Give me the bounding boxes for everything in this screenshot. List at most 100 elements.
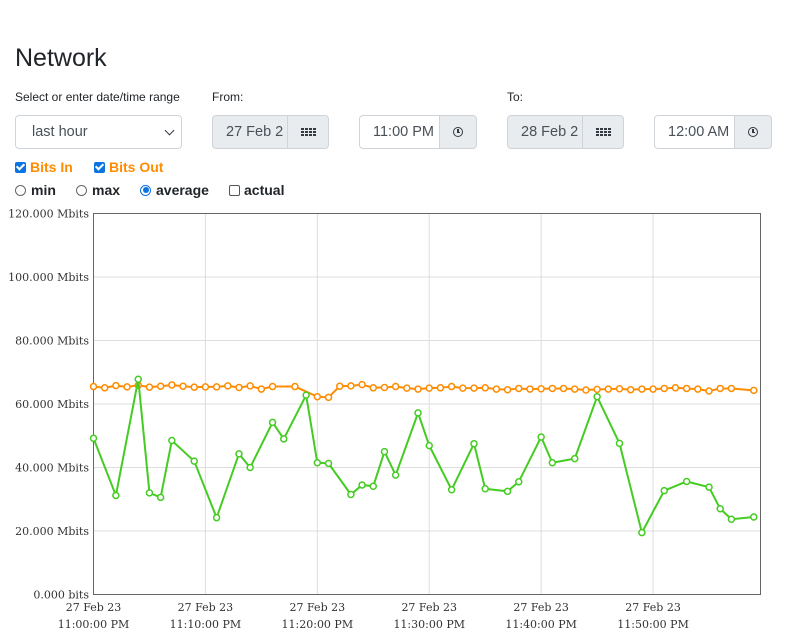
bits-in-point[interactable] [492, 385, 501, 393]
bits-in-point[interactable] [682, 384, 691, 393]
bits-in-point[interactable] [168, 381, 176, 389]
bits-in-point[interactable] [582, 386, 590, 394]
bits-in-point[interactable] [257, 385, 266, 393]
bits-out-point[interactable] [168, 436, 176, 445]
bits-in-point[interactable] [447, 382, 456, 391]
bits-out-point[interactable] [89, 434, 98, 443]
bits-out-point[interactable] [156, 493, 165, 502]
bits-in-point[interactable] [391, 382, 400, 391]
bits-out-point[interactable] [347, 490, 355, 499]
bits-in-point[interactable] [156, 382, 165, 390]
bits-in-point[interactable] [559, 384, 568, 393]
bits-out-point[interactable] [425, 441, 433, 450]
bits-out-point[interactable] [112, 491, 120, 500]
bits-out-point[interactable] [593, 392, 601, 401]
bits-in-point[interactable] [481, 384, 489, 392]
bits-out-point[interactable] [481, 485, 489, 493]
bits-out-point[interactable] [246, 463, 254, 472]
bits-in-point[interactable] [335, 382, 344, 390]
bits-in-point[interactable] [470, 384, 478, 392]
bits-in-point[interactable] [626, 385, 635, 394]
to-time-input[interactable]: 12:00 AM [654, 115, 735, 149]
bits-in-point[interactable] [671, 384, 680, 392]
bits-out-point[interactable] [391, 471, 400, 479]
bits-in-point[interactable] [369, 384, 378, 392]
bits-out-point[interactable] [727, 515, 736, 524]
bits-in-checkbox[interactable] [15, 161, 26, 173]
bits-in-point[interactable] [347, 382, 355, 390]
bits-in-point[interactable] [660, 384, 669, 393]
bits-in-point[interactable] [436, 384, 445, 392]
bits-out-point[interactable] [324, 459, 333, 468]
bits-out-point[interactable] [503, 487, 512, 496]
bits-in-point[interactable] [134, 381, 143, 390]
bits-out-point[interactable] [190, 457, 198, 465]
bits-in-point[interactable] [750, 386, 758, 395]
bits-out-point[interactable] [615, 439, 624, 448]
bits-in-toggle[interactable]: Bits In [15, 159, 73, 175]
bits-out-point[interactable] [134, 375, 143, 383]
bits-out-point[interactable] [358, 481, 366, 489]
bits-in-point[interactable] [403, 384, 411, 392]
min-option[interactable]: min [15, 182, 56, 198]
bits-out-point[interactable] [235, 450, 243, 458]
bits-out-point[interactable] [212, 513, 221, 522]
bits-in-point[interactable] [615, 385, 624, 393]
bits-out-point[interactable] [313, 458, 322, 467]
bits-in-point[interactable] [727, 384, 736, 393]
actual-checkbox[interactable] [229, 184, 240, 196]
from-time-input[interactable]: 11:00 PM [359, 115, 440, 149]
bits-in-point[interactable] [537, 385, 545, 393]
bits-out-toggle[interactable]: Bits Out [94, 159, 163, 175]
bits-out-point[interactable] [515, 478, 523, 486]
bits-in-point[interactable] [694, 385, 702, 393]
from-clock-button[interactable] [439, 115, 477, 149]
bits-in-point[interactable] [604, 385, 613, 393]
bits-in-point[interactable] [179, 382, 187, 390]
bits-in-point[interactable] [268, 382, 277, 391]
bits-out-point[interactable] [682, 477, 691, 486]
bits-out-point[interactable] [447, 485, 456, 494]
bits-in-point[interactable] [324, 393, 333, 402]
bits-in-point[interactable] [716, 384, 724, 393]
bits-out-point[interactable] [470, 439, 478, 448]
bits-out-point[interactable] [716, 505, 724, 513]
min-radio[interactable] [15, 184, 26, 196]
to-calendar-button[interactable] [582, 115, 624, 149]
bits-in-point[interactable] [380, 383, 389, 392]
bits-in-point[interactable] [201, 383, 210, 391]
bits-in-point[interactable] [224, 382, 232, 390]
bits-out-point[interactable] [380, 447, 389, 456]
bits-out-point[interactable] [369, 482, 378, 490]
average-option[interactable]: average [140, 182, 209, 198]
bits-in-point[interactable] [459, 384, 467, 392]
bits-in-point[interactable] [246, 382, 254, 390]
bits-in-point[interactable] [313, 392, 322, 401]
bits-in-point[interactable] [235, 383, 243, 392]
bits-in-point[interactable] [548, 384, 557, 393]
bits-in-point[interactable] [593, 385, 601, 394]
to-date-input[interactable]: 28 Feb 2 [507, 115, 583, 149]
bits-out-point[interactable] [302, 391, 310, 399]
bits-in-point[interactable] [291, 382, 299, 391]
average-radio[interactable] [140, 184, 151, 196]
bits-in-point[interactable] [570, 385, 579, 393]
from-calendar-button[interactable] [287, 115, 329, 149]
bits-out-point[interactable] [414, 409, 422, 417]
from-date-input[interactable]: 27 Feb 2 [212, 115, 288, 149]
bits-in-point[interactable] [89, 382, 98, 391]
bits-in-point[interactable] [414, 385, 422, 393]
bits-out-point[interactable] [548, 458, 557, 467]
bits-in-point[interactable] [649, 385, 657, 393]
bits-out-point[interactable] [660, 486, 669, 495]
bits-out-point[interactable] [268, 418, 277, 427]
max-option[interactable]: max [76, 182, 120, 198]
bits-in-point[interactable] [112, 381, 120, 390]
bits-out-point[interactable] [705, 483, 713, 491]
bits-out-checkbox[interactable] [94, 161, 105, 173]
range-select[interactable]: last hour [15, 115, 182, 149]
bits-in-point[interactable] [358, 380, 366, 389]
bits-out-point[interactable] [750, 513, 758, 521]
bits-out-point[interactable] [280, 435, 288, 443]
bits-in-point[interactable] [503, 385, 512, 394]
